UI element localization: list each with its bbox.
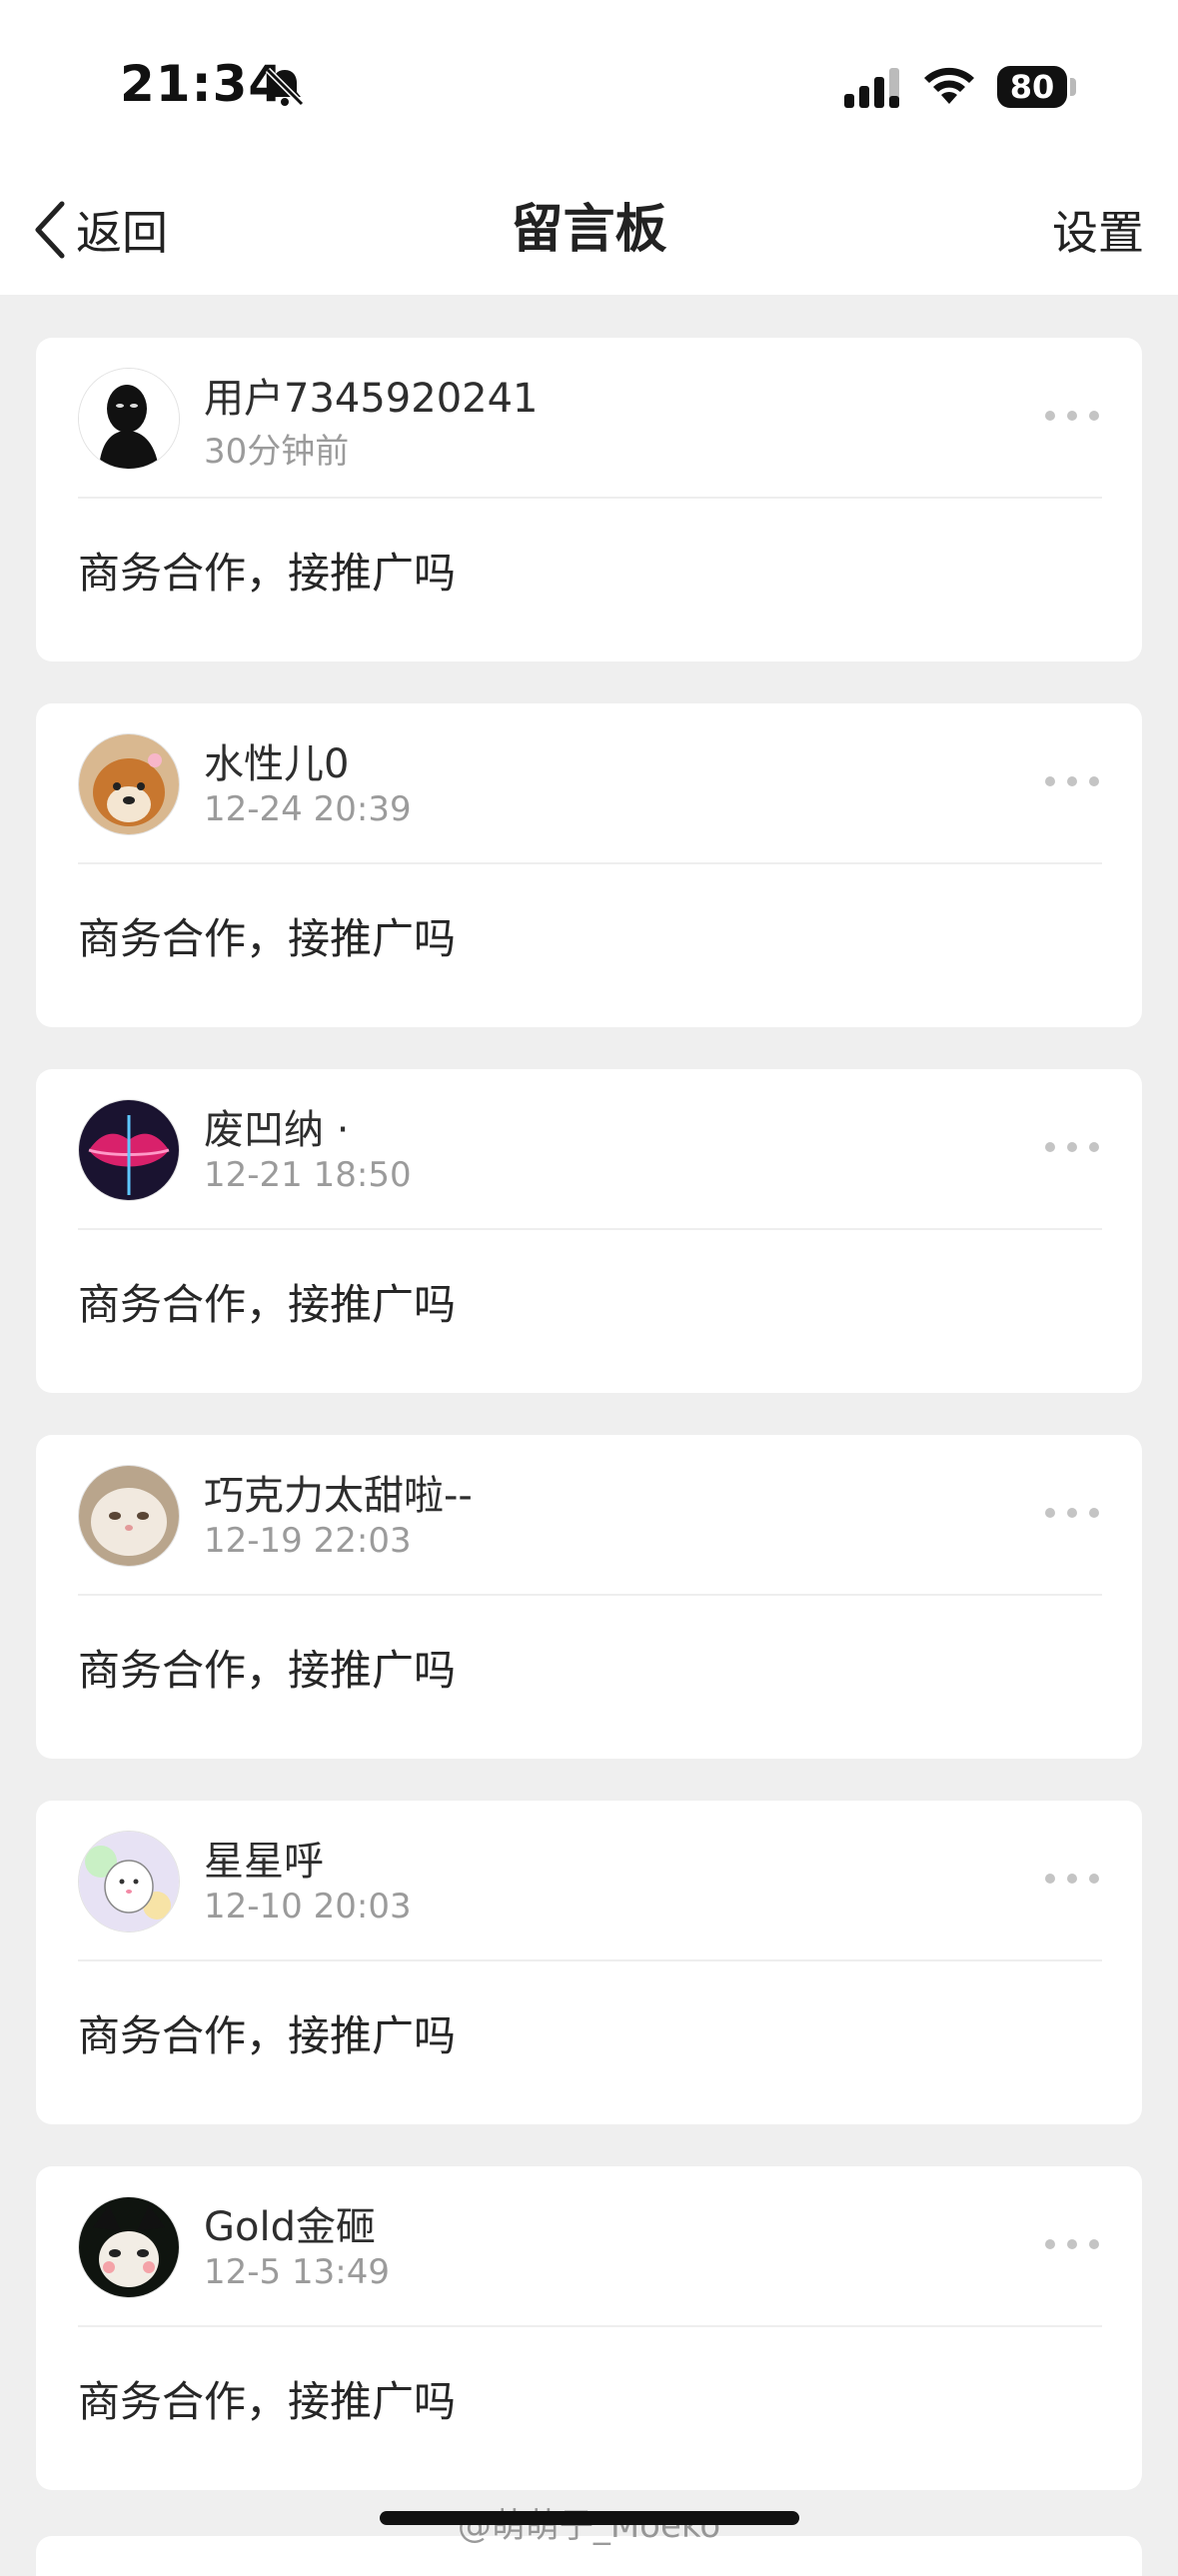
wifi-icon [924, 67, 974, 104]
message-card[interactable]: 水性儿0 12-24 20:39 商务合作，接推广吗 [36, 703, 1142, 1027]
username: Gold金砸 [204, 2204, 376, 2250]
cartoon-avatar-icon [79, 1832, 179, 1932]
message-text: 商务合作，接推广吗 [78, 2011, 457, 2060]
username: 星星呼 [204, 1839, 324, 1885]
divider [78, 2325, 1102, 2327]
timestamp: 30分钟前 [204, 432, 350, 472]
avatar[interactable] [78, 733, 180, 835]
timestamp: 12-19 22:03 [204, 1521, 412, 1561]
avatar[interactable] [78, 368, 180, 470]
message-text: 商务合作，接推广吗 [78, 914, 457, 963]
more-options-icon[interactable] [1042, 1137, 1102, 1157]
status-bar: 21:34 80 [0, 0, 1178, 160]
message-card[interactable]: Gold金砸 12-5 13:49 商务合作，接推广吗 [36, 2166, 1142, 2490]
avatar[interactable] [78, 1465, 180, 1567]
message-text: 商务合作，接推广吗 [78, 2377, 457, 2426]
black-cat-avatar-icon [79, 2197, 179, 2297]
navigation-bar: 返回 留言板 设置 [0, 160, 1178, 295]
avatar[interactable] [78, 1831, 180, 1932]
timestamp: 12-10 20:03 [204, 1887, 412, 1927]
status-time: 21:34 [120, 55, 285, 113]
battery-cap [1070, 78, 1076, 96]
more-options-icon[interactable] [1042, 406, 1102, 426]
message-card[interactable]: 用户7345920241 30分钟前 商务合作，接推广吗 [36, 338, 1142, 661]
username: 巧克力太甜啦-- [204, 1473, 473, 1519]
divider [78, 1228, 1102, 1230]
dog-avatar-icon [79, 734, 179, 834]
lips-avatar-icon [79, 1100, 179, 1200]
silhouette-avatar-icon [79, 369, 179, 469]
message-text: 商务合作，接推广吗 [78, 549, 457, 598]
divider [78, 1594, 1102, 1596]
battery-indicator: 80 [997, 66, 1067, 108]
timestamp: 12-24 20:39 [204, 789, 412, 829]
more-options-icon[interactable] [1042, 1503, 1102, 1523]
message-card[interactable]: 废凹纳 · 12-21 18:50 商务合作，接推广吗 [36, 1069, 1142, 1393]
divider [78, 497, 1102, 499]
username: 用户7345920241 [204, 376, 539, 422]
message-text: 商务合作，接推广吗 [78, 1280, 457, 1329]
more-options-icon[interactable] [1042, 2234, 1102, 2254]
divider [78, 1959, 1102, 1961]
message-text: 商务合作，接推广吗 [78, 1646, 457, 1695]
timestamp: 12-5 13:49 [204, 2252, 390, 2292]
home-indicator[interactable] [380, 2511, 799, 2525]
page-title: 留言板 [511, 200, 667, 260]
divider [78, 862, 1102, 864]
timestamp: 12-21 18:50 [204, 1155, 412, 1195]
message-list: 用户7345920241 30分钟前 商务合作，接推广吗 水性儿0 12-24 … [36, 338, 1142, 2532]
cat-avatar-icon [79, 1466, 179, 1566]
username: 废凹纳 · [204, 1107, 350, 1153]
cellular-signal-icon [844, 68, 899, 108]
settings-button[interactable]: 设置 [1052, 198, 1144, 268]
avatar[interactable] [78, 2196, 180, 2298]
username: 水性儿0 [204, 741, 350, 787]
message-card[interactable]: 星星呼 12-10 20:03 商务合作，接推广吗 [36, 1801, 1142, 2124]
avatar[interactable] [78, 1099, 180, 1201]
more-options-icon[interactable] [1042, 771, 1102, 791]
more-options-icon[interactable] [1042, 1869, 1102, 1889]
message-card[interactable]: 巧克力太甜啦-- 12-19 22:03 商务合作，接推广吗 [36, 1435, 1142, 1759]
bell-muted-icon [265, 67, 305, 107]
